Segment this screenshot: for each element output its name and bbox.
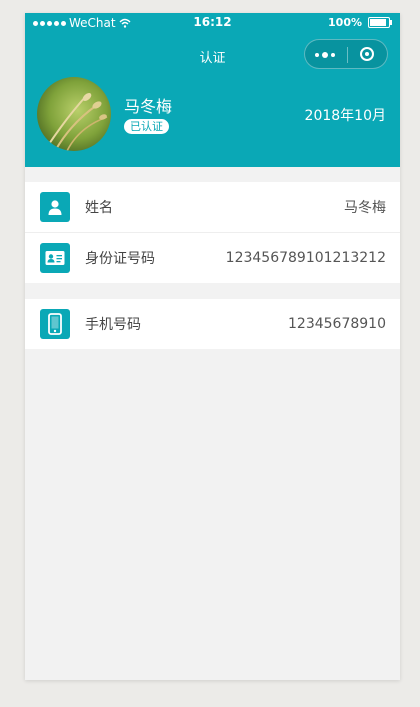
- verified-date: 2018年10月: [304, 108, 386, 124]
- list-item-id-number[interactable]: 身份证号码 123456789101213212: [25, 232, 400, 283]
- verified-badge: 已认证: [124, 119, 169, 134]
- status-bar: WeChat 16:12 100%: [25, 13, 400, 33]
- phone-screen: WeChat 16:12 100% 认证 马冬梅 已认证 2018年10月 姓名…: [25, 13, 400, 680]
- avatar: [37, 77, 111, 151]
- row-value: 123456789101213212: [225, 250, 386, 266]
- close-target-icon[interactable]: [360, 47, 374, 61]
- battery-icon: [368, 17, 392, 28]
- info-group-identity: 姓名 马冬梅 身份证号码 123456789101213212: [25, 182, 400, 283]
- more-icon[interactable]: [315, 52, 335, 58]
- avatar-image: [37, 77, 111, 151]
- mini-program-capsule: [304, 39, 388, 69]
- list-item-phone[interactable]: 手机号码 12345678910: [25, 299, 400, 349]
- row-label: 手机号码: [85, 317, 141, 333]
- row-label: 身份证号码: [85, 251, 155, 267]
- row-value: 12345678910: [288, 316, 386, 332]
- header: WeChat 16:12 100% 认证 马冬梅 已认证 2018年10月: [25, 13, 400, 167]
- row-value: 马冬梅: [344, 200, 386, 216]
- battery-area: 100%: [328, 16, 392, 29]
- id-card-icon: [40, 243, 70, 273]
- person-icon: [40, 192, 70, 222]
- capsule-divider: [347, 47, 348, 63]
- info-group-contact: 手机号码 12345678910: [25, 299, 400, 349]
- battery-percent: 100%: [328, 16, 362, 29]
- user-name: 马冬梅: [124, 97, 173, 116]
- row-label: 姓名: [85, 200, 113, 216]
- phone-icon: [40, 309, 70, 339]
- list-item-name[interactable]: 姓名 马冬梅: [25, 182, 400, 232]
